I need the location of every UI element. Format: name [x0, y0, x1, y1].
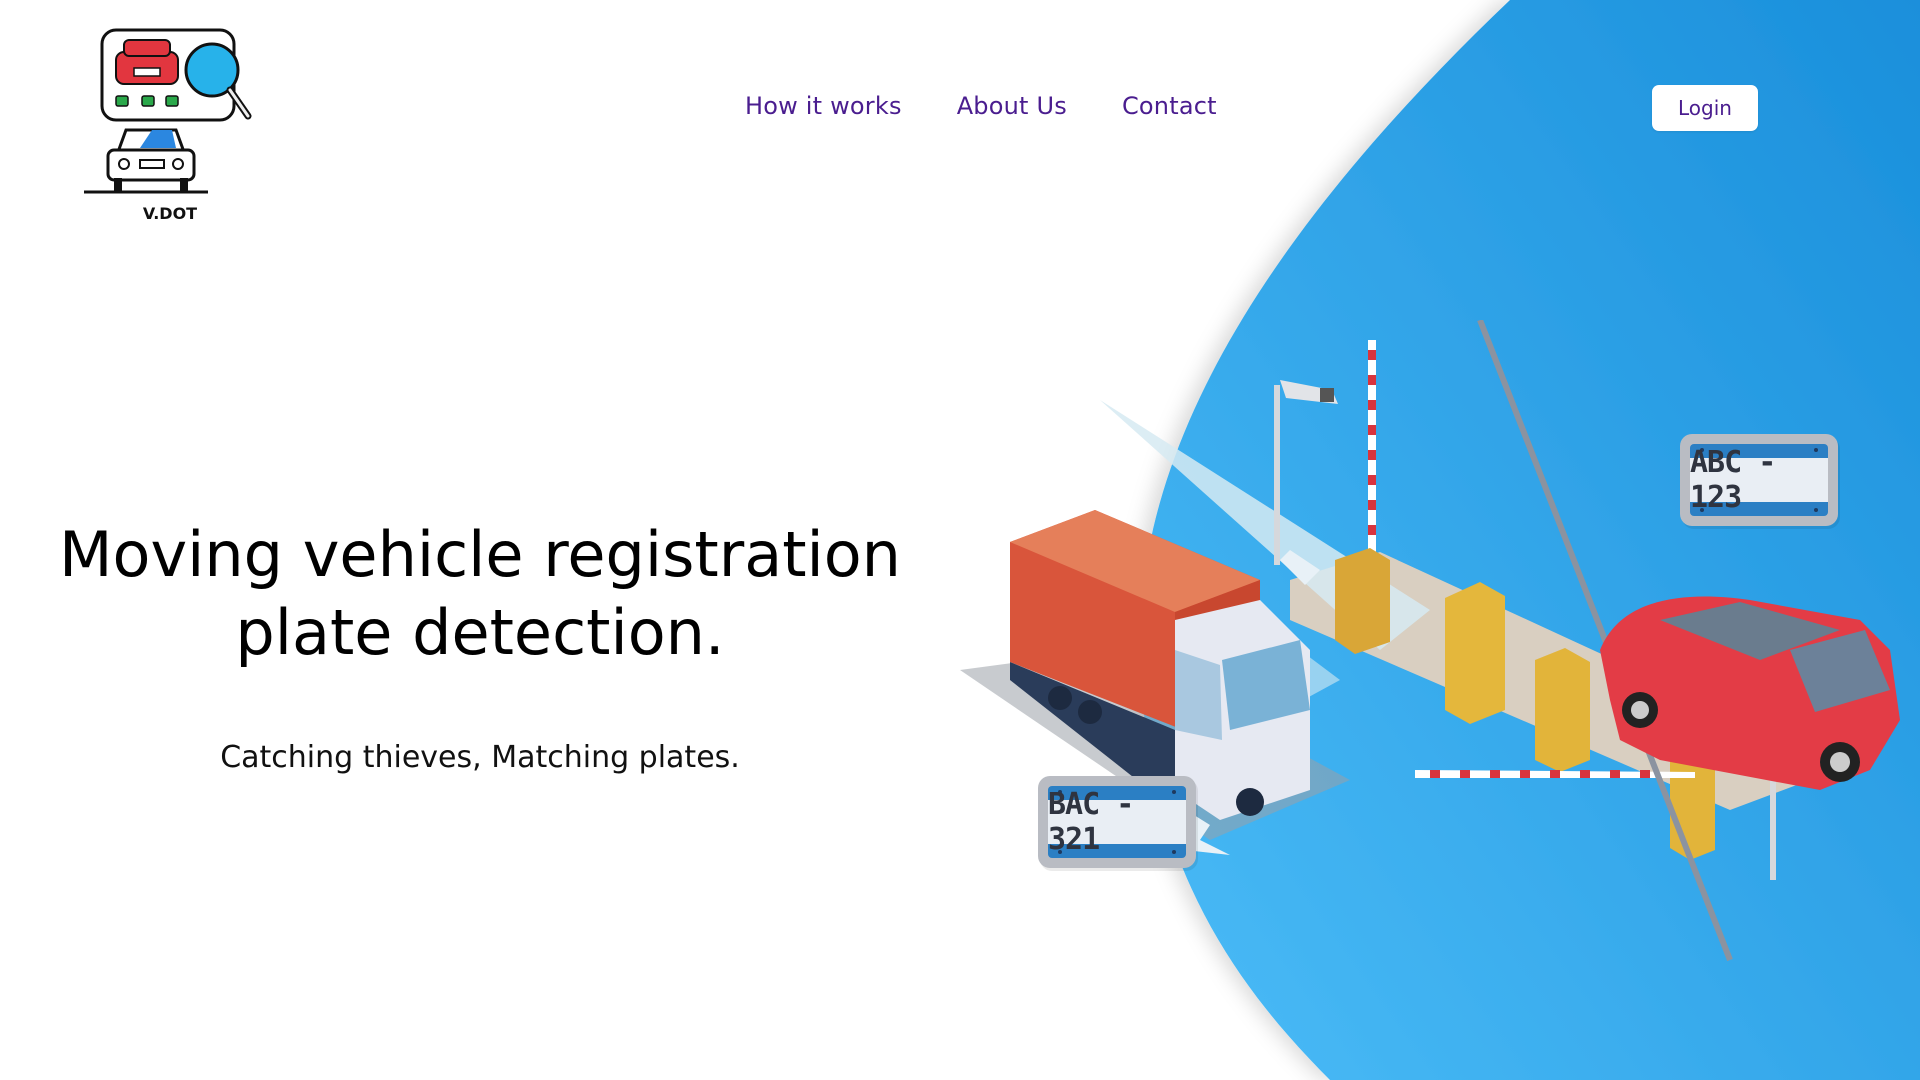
login-button[interactable]: Login	[1652, 85, 1758, 131]
plate-front-number: ABC - 123	[1690, 445, 1828, 515]
booth-1	[1335, 548, 1390, 654]
hero-title-line-1: Moving vehicle registration	[59, 518, 901, 591]
nav-contact[interactable]: Contact	[1122, 92, 1217, 120]
booth-3	[1535, 648, 1590, 772]
booth-2	[1445, 582, 1505, 724]
brand-logo[interactable]: V.DOT	[80, 22, 280, 232]
nav-about-us[interactable]: About Us	[957, 92, 1067, 120]
truck	[1010, 510, 1310, 820]
nav-how-it-works[interactable]: How it works	[745, 92, 902, 120]
brand-name: V.DOT	[142, 204, 198, 223]
hero-title: Moving vehicle registration plate detect…	[40, 516, 920, 672]
hero-subtitle: Catching thieves, Matching plates.	[220, 740, 740, 775]
camera-pole	[1274, 385, 1280, 565]
toll-gate-illustration	[960, 320, 1900, 962]
plate-back-number: BAC - 321	[1048, 787, 1186, 857]
car-search-logo-icon	[84, 28, 252, 194]
main-navigation: How it works About Us Contact	[745, 92, 1217, 120]
license-plate-front: ABC - 123	[1680, 434, 1838, 526]
license-plate-back: BAC - 321	[1038, 776, 1196, 868]
hero-title-line-2: plate detection.	[235, 596, 725, 669]
